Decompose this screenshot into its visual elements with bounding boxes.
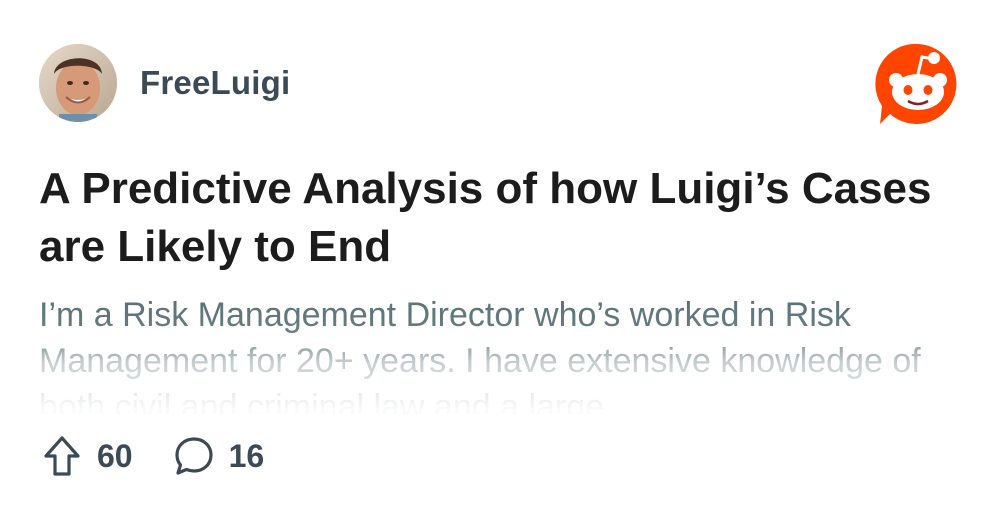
post-title[interactable]: A Predictive Analysis of how Luigi’s Cas… bbox=[39, 160, 969, 276]
comment-count: 16 bbox=[228, 437, 265, 474]
post-card[interactable]: FreeLuigi A Predictive Analysis of how L… bbox=[0, 0, 1000, 521]
author-avatar[interactable] bbox=[39, 44, 117, 122]
comment-bubble-icon bbox=[171, 433, 217, 479]
comments-button[interactable]: 16 bbox=[171, 433, 265, 479]
reddit-logo-icon bbox=[872, 40, 964, 128]
post-actions: 60 16 bbox=[39, 432, 264, 480]
post-excerpt-container: I’m a Risk Management Director who’s wor… bbox=[39, 292, 969, 414]
post-header: FreeLuigi bbox=[39, 44, 290, 122]
post-excerpt: I’m a Risk Management Director who’s wor… bbox=[39, 296, 921, 414]
upvote-button[interactable]: 60 bbox=[39, 433, 133, 479]
upvote-arrow-icon bbox=[39, 433, 85, 479]
upvote-count: 60 bbox=[97, 437, 133, 474]
avatar-image bbox=[39, 44, 117, 122]
author-username[interactable]: FreeLuigi bbox=[140, 64, 290, 102]
